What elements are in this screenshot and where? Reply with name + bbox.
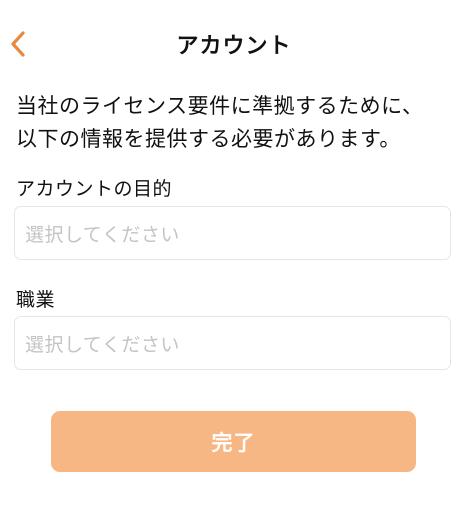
intro-line-2: 以下の情報を提供する必要があります。 (16, 127, 401, 151)
done-button[interactable]: 完了 (51, 411, 416, 472)
intro-text: 当社のライセンス要件に準拠するために、 以下の情報を提供する必要があります。 (16, 90, 456, 156)
purpose-label: アカウントの目的 (16, 178, 173, 200)
occupation-select[interactable]: 選択してください (14, 316, 451, 370)
intro-line-1: 当社のライセンス要件に準拠するために、 (16, 94, 424, 118)
occupation-placeholder: 選択してください (25, 333, 180, 356)
purpose-placeholder: 選択してください (25, 223, 180, 246)
top-bar: アカウント (0, 0, 468, 86)
occupation-label: 職業 (16, 289, 56, 311)
purpose-select[interactable]: 選択してください (14, 206, 451, 260)
page-title: アカウント (176, 34, 292, 59)
